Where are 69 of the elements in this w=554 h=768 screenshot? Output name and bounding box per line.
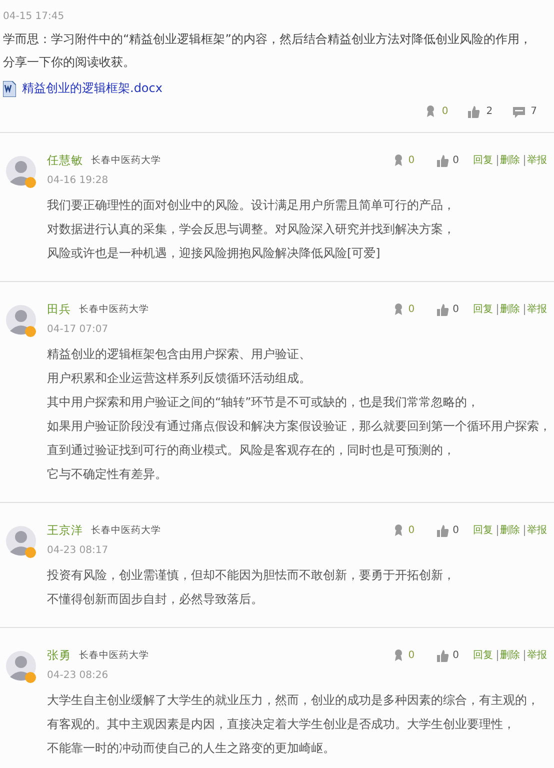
- action-link[interactable]: 删除: [497, 525, 522, 536]
- comment-line: 风险或许也是一种机遇，迎接风险拥抱风险解决降低风险[可爱]: [47, 245, 380, 262]
- award-count: 0: [408, 525, 415, 536]
- like-count: 0: [452, 155, 459, 166]
- award-icon[interactable]: [393, 524, 404, 537]
- school-name: 长春中医药大学: [79, 303, 149, 316]
- award-count: 0: [442, 106, 448, 117]
- action-link[interactable]: 举报: [524, 155, 549, 166]
- thumbs-up-icon[interactable]: [436, 154, 449, 166]
- like-count: 2: [486, 106, 493, 117]
- attachment-link[interactable]: 精益创业的逻辑框架.docx: [22, 80, 162, 97]
- comment-line: 如果用户验证阶段没有通过痛点假设和解决方案假设验证，那么就要回到第一个循环用户探索，: [47, 418, 551, 435]
- like-count: 0: [452, 304, 459, 315]
- comment-line: 用户积累和企业运营这样系列反馈循环活动组成。: [47, 370, 311, 387]
- document-icon: [3, 80, 16, 96]
- comment-line: 对数据进行认真的采集，学会反思与调整。对风险深入研究并找到解决方案，: [47, 221, 455, 238]
- comment-line: 直到通过验证找到可行的商业模式。风险是客观存在的，同时也是可预测的，: [47, 442, 455, 459]
- comment-line: 不懂得创新而固步自封，必然导致落后。: [47, 591, 263, 608]
- action-link[interactable]: 举报: [524, 650, 549, 661]
- award-icon[interactable]: [393, 649, 404, 662]
- comment-line: 精益创业的逻辑框架包含由用户探索、用户验证、: [47, 346, 311, 363]
- action-link[interactable]: 删除: [497, 304, 522, 315]
- comment-line: 我们要正确理性的面对创业中的风险。设计满足用户所需且简单可行的产品，: [47, 197, 455, 214]
- comment-line: 它与不确定性有差异。: [47, 466, 167, 483]
- school-name: 长春中医药大学: [91, 524, 161, 537]
- award-count: 0: [408, 650, 415, 661]
- award-count: 0: [408, 304, 415, 315]
- badge-icon: [25, 326, 36, 337]
- thumbs-up-icon[interactable]: [468, 106, 480, 118]
- action-link[interactable]: 回复: [471, 155, 495, 166]
- school-name: 长春中医药大学: [91, 154, 161, 167]
- comment-line: 大学生自主创业缓解了大学生的就业压力，然而，创业的成功是多种因素的综合，有主观的，: [47, 692, 539, 709]
- award-icon[interactable]: [393, 154, 404, 167]
- action-link[interactable]: 删除: [497, 155, 522, 166]
- thumbs-up-icon[interactable]: [436, 304, 449, 316]
- like-count: 0: [452, 650, 459, 661]
- user-name[interactable]: 张勇: [47, 648, 71, 663]
- action-link[interactable]: 回复: [471, 650, 495, 661]
- post-text-line: 学而思：学习附件中的“精益创业逻辑框架”的内容，然后结合精益创业方法对降低创业风险的作用，: [3, 31, 532, 48]
- thumbs-up-icon[interactable]: [436, 650, 449, 662]
- comment-time: 04-23 08:17: [47, 545, 108, 556]
- user-name[interactable]: 任慧敏: [47, 153, 83, 168]
- user-name[interactable]: 王京洋: [47, 523, 83, 538]
- thumbs-up-icon[interactable]: [436, 524, 449, 536]
- award-count: 0: [408, 155, 415, 166]
- badge-icon: [25, 547, 36, 558]
- award-icon[interactable]: [424, 105, 436, 118]
- award-icon[interactable]: [393, 303, 404, 316]
- action-link[interactable]: 删除: [497, 650, 522, 661]
- action-link[interactable]: 举报: [524, 304, 549, 315]
- comment-time: 04-17 07:07: [47, 324, 108, 335]
- badge-icon: [25, 177, 36, 188]
- action-link[interactable]: 举报: [524, 525, 549, 536]
- action-link[interactable]: 回复: [471, 525, 495, 536]
- comment-icon[interactable]: [512, 106, 525, 118]
- comment-line: 投资有风险，创业需谨慎，但却不能因为胆怯而不敢创新，要勇于开拓创新，: [47, 567, 455, 584]
- school-name: 长春中医药大学: [79, 649, 149, 662]
- like-count: 0: [452, 525, 459, 536]
- comment-line: 其中用户探索和用户验证之间的“轴转”环节是不可或缺的，也是我们常常忽略的，: [47, 394, 480, 411]
- comment-line: 有客观的。其中主观因素是内因，直接决定着大学生创业是否成功。大学生创业要理性，: [47, 716, 515, 733]
- comment-time: 04-23 08:26: [47, 670, 108, 681]
- badge-icon: [25, 672, 36, 683]
- post-text-line: 分享一下你的阅读收获。: [3, 54, 135, 71]
- comment-time: 04-16 19:28: [47, 175, 108, 186]
- post-time: 04-15 17:45: [3, 11, 64, 23]
- comment-line: 不能靠一时的冲动而使自己的人生之路变的更加崎岖。: [47, 740, 335, 757]
- action-link[interactable]: 回复: [471, 304, 495, 315]
- comment-count: 7: [530, 106, 537, 117]
- user-name[interactable]: 田兵: [47, 302, 71, 317]
